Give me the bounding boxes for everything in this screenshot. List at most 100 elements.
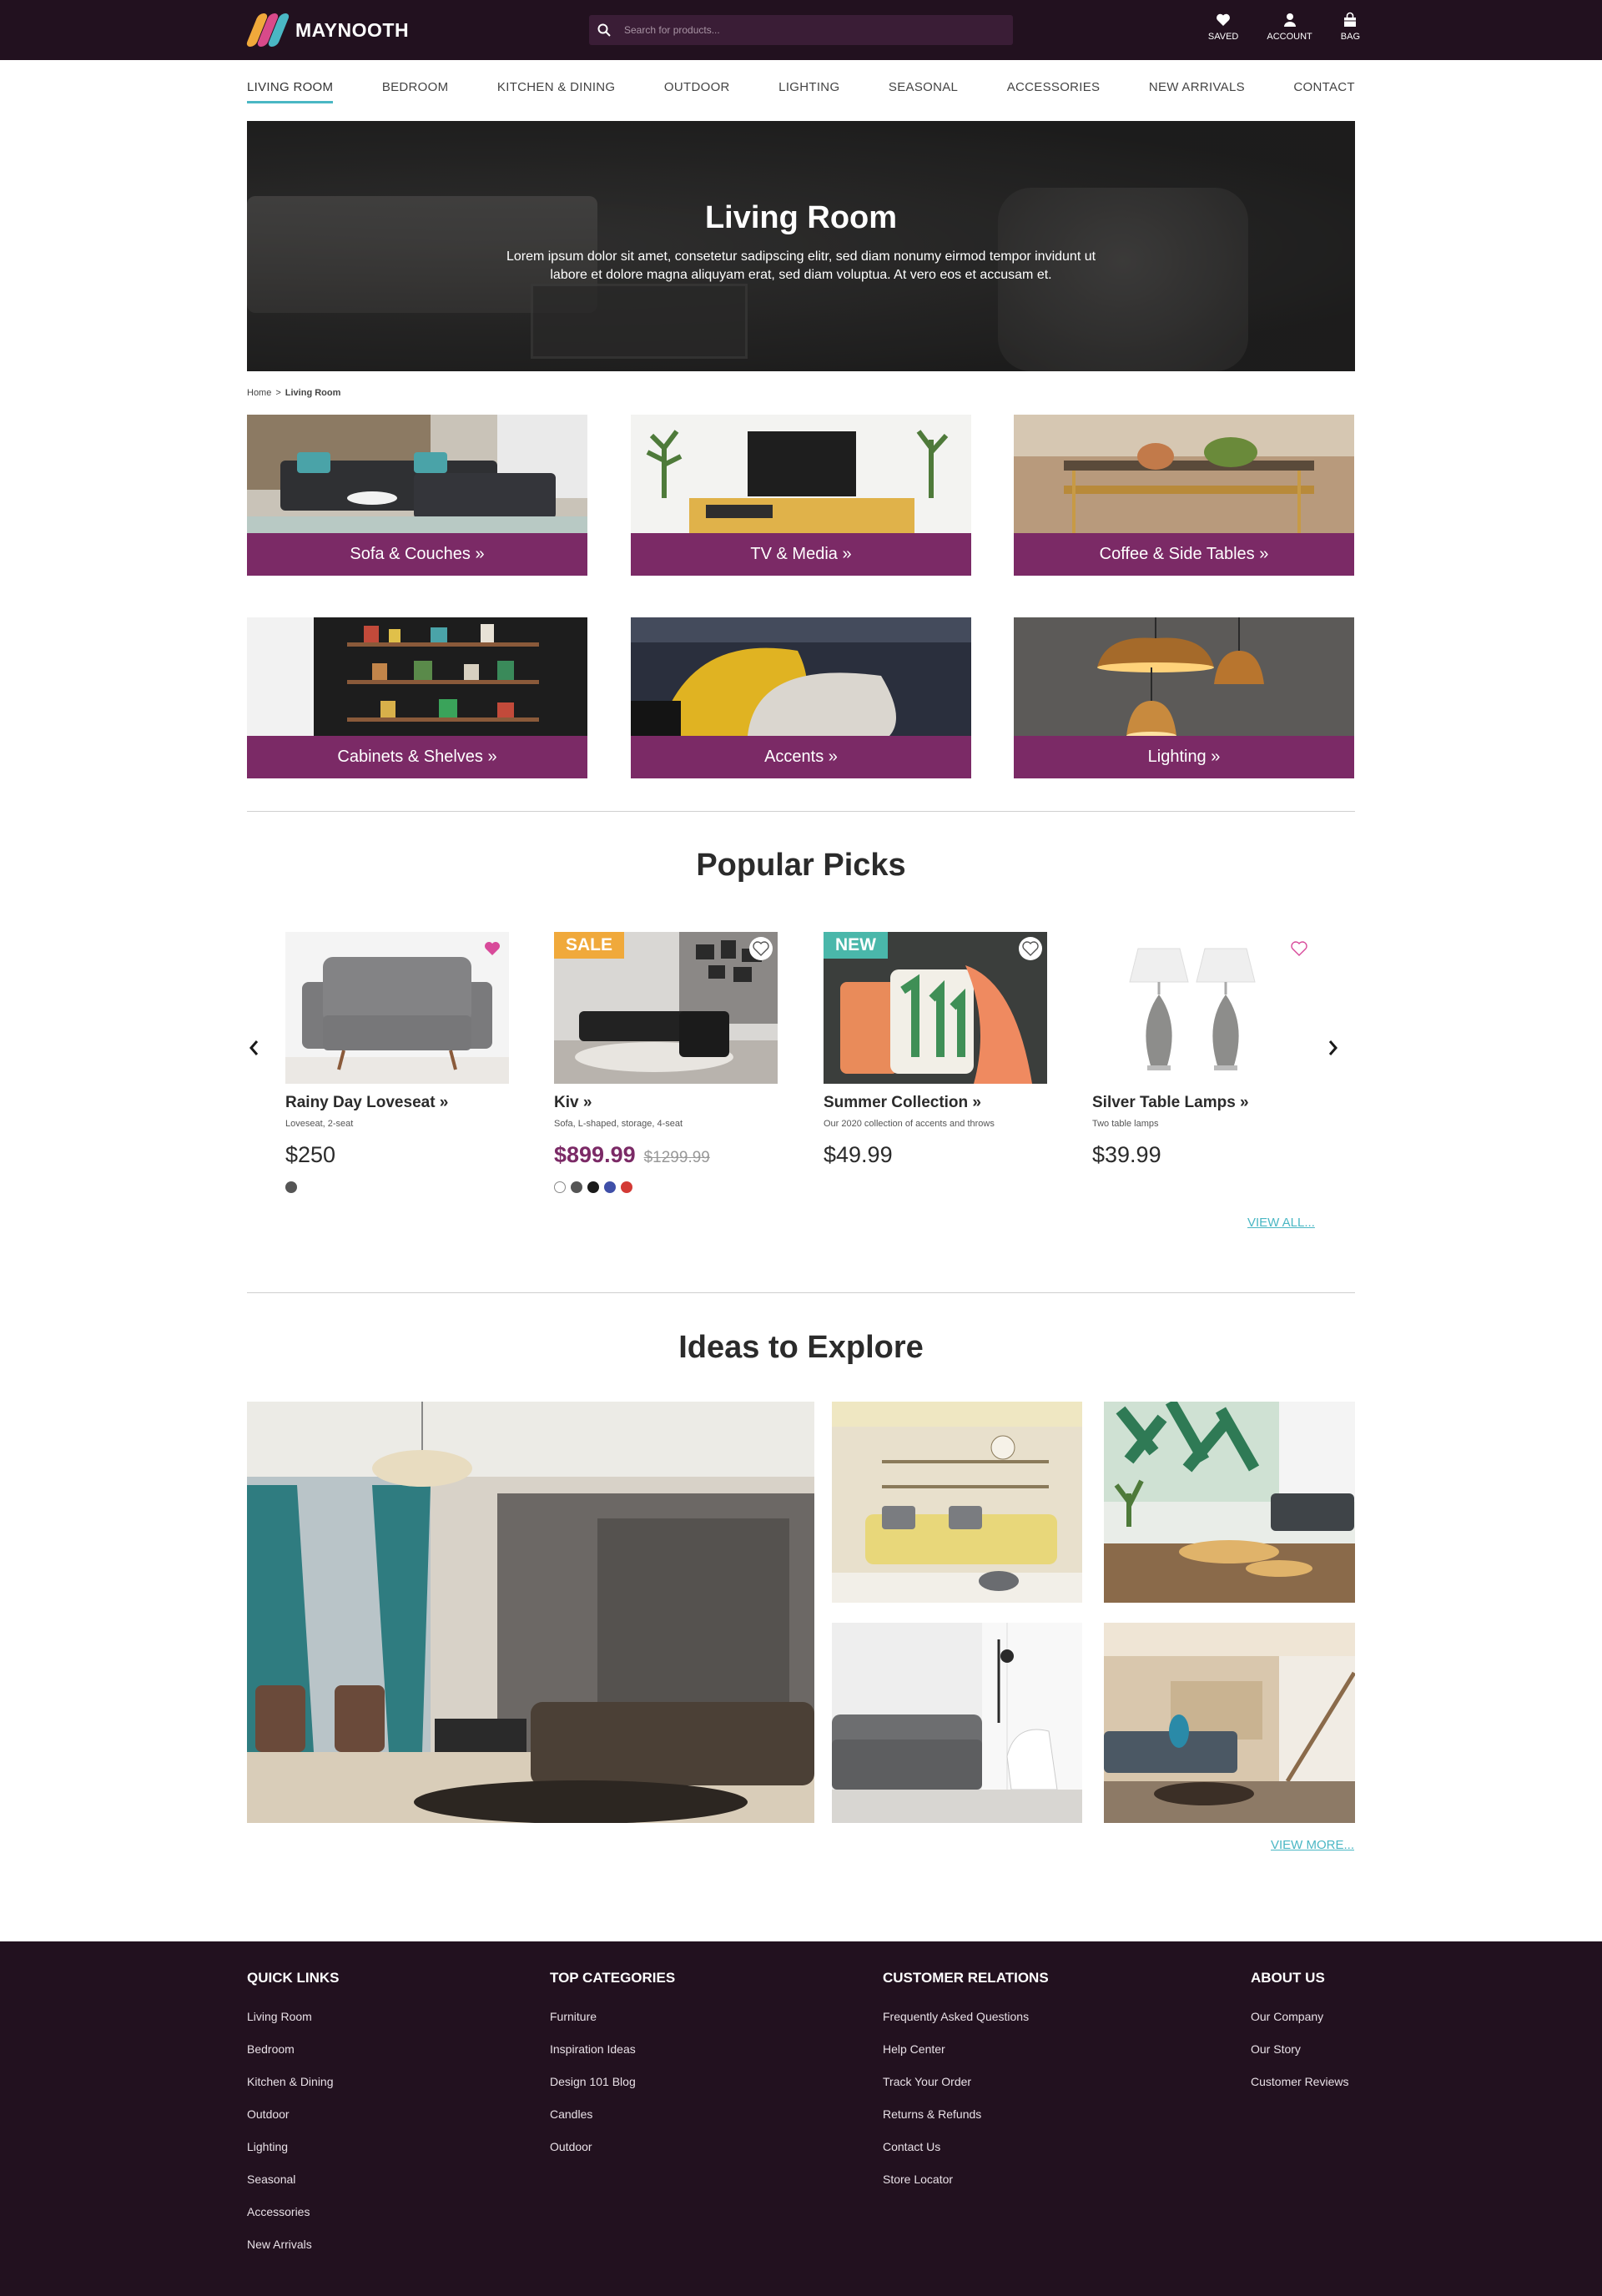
nav-lighting[interactable]: LIGHTING [778,80,839,103]
footer-link[interactable]: Customer Reviews [1251,2075,1348,2107]
search-input[interactable] [619,15,1013,45]
product-description: Sofa, L-shaped, storage, 4-seat [554,1119,683,1129]
breadcrumb-home[interactable]: Home [247,388,271,398]
footer-link[interactable]: Our Story [1251,2042,1348,2075]
nav-bedroom[interactable]: BEDROOM [382,80,449,103]
nav-accessories[interactable]: ACCESSORIES [1007,80,1101,103]
footer-link[interactable]: Bedroom [247,2042,340,2075]
swatch-white[interactable] [554,1181,566,1193]
product-price-row: $899.99 $1299.99 [554,1142,778,1168]
nav-contact[interactable]: CONTACT [1293,80,1354,103]
account-button[interactable]: ACCOUNT [1267,12,1312,42]
product-card[interactable]: SALE Kiv » Sofa, L-shaped, storage, 4-se… [554,932,778,1193]
footer-link[interactable]: Returns & Refunds [883,2107,1049,2140]
product-name[interactable]: Rainy Day Loveseat » [285,1094,509,1112]
footer-heading: TOP CATEGORIES [550,1970,676,1986]
nav-kitchen-dining[interactable]: KITCHEN & DINING [497,80,615,103]
footer-link[interactable]: Seasonal [247,2173,340,2205]
save-heart-button[interactable] [481,937,504,960]
saved-button[interactable]: SAVED [1208,12,1238,42]
nav-seasonal[interactable]: SEASONAL [889,80,958,103]
idea-image-large[interactable] [247,1402,814,1823]
bag-button[interactable]: BAG [1341,12,1360,42]
product-name[interactable]: Kiv » [554,1094,778,1112]
footer-link[interactable]: Help Center [883,2042,1049,2075]
category-sofa-couches[interactable]: Sofa & Couches » [247,415,587,576]
category-tv-media[interactable]: TV & Media » [631,415,971,576]
category-image [247,617,587,736]
footer-link[interactable]: Candles [550,2107,675,2140]
swatch-black[interactable] [587,1181,599,1193]
user-icon [1283,13,1296,27]
product-image[interactable] [285,932,509,1084]
idea-image[interactable] [1104,1402,1355,1603]
carousel-next-button[interactable] [1323,1035,1343,1061]
search-icon[interactable] [589,15,619,45]
save-heart-button[interactable] [749,937,773,960]
footer-link[interactable]: Furniture [550,2010,675,2042]
idea-image[interactable] [832,1402,1082,1603]
idea-image[interactable] [832,1623,1082,1823]
product-name[interactable]: Summer Collection » [824,1094,1047,1112]
new-badge: NEW [824,932,888,959]
swatch-red[interactable] [621,1181,632,1193]
sale-badge: SALE [554,932,625,959]
product-price-row: $39.99 [1092,1142,1316,1168]
footer-link[interactable]: Contact Us [883,2140,1049,2173]
swatch-gray[interactable] [571,1181,582,1193]
footer-quick-links: QUICK LINKS Living Room Bedroom Kitchen … [247,1970,340,2270]
category-image [1014,617,1354,736]
footer-link[interactable]: Frequently Asked Questions [883,2010,1049,2042]
breadcrumb: Home > Living Room [247,388,340,398]
footer-link[interactable]: Track Your Order [883,2075,1049,2107]
product-image[interactable] [1092,932,1316,1084]
save-heart-button[interactable] [1019,937,1042,960]
footer-link[interactable]: New Arrivals [247,2238,340,2270]
footer-link[interactable]: Design 101 Blog [550,2075,675,2107]
popular-picks-title: Popular Picks [696,848,906,883]
footer-link[interactable]: Accessories [247,2205,340,2238]
category-lighting[interactable]: Lighting » [1014,617,1354,778]
view-more-link[interactable]: VIEW MORE... [1271,1838,1354,1852]
heart-outline-icon [753,941,769,956]
save-heart-button[interactable] [1287,937,1311,960]
product-card[interactable]: NEW Summer Collection » Our 2020 collect… [824,932,1047,1168]
footer-link[interactable]: Inspiration Ideas [550,2042,675,2075]
product-sale-price: $899.99 [554,1142,636,1167]
footer-link[interactable]: Kitchen & Dining [247,2075,340,2107]
category-coffee-side-tables[interactable]: Coffee & Side Tables » [1014,415,1354,576]
footer-link[interactable]: Living Room [247,2010,340,2042]
nav-living-room[interactable]: LIVING ROOM [247,80,334,103]
nav-new-arrivals[interactable]: NEW ARRIVALS [1149,80,1245,103]
footer-link[interactable]: Lighting [247,2140,340,2173]
idea-image[interactable] [1104,1623,1355,1823]
category-label: TV & Media » [631,533,971,576]
product-image[interactable]: NEW [824,932,1047,1084]
carousel-prev-button[interactable] [244,1035,264,1061]
main-nav: LIVING ROOM BEDROOM KITCHEN & DINING OUT… [247,80,1355,105]
heart-icon [1217,13,1231,26]
product-name[interactable]: Silver Table Lamps » [1092,1094,1316,1112]
footer-heading: CUSTOMER RELATIONS [883,1970,1049,1986]
product-image[interactable]: SALE [554,932,778,1084]
product-card[interactable]: Rainy Day Loveseat » Loveseat, 2-seat $2… [285,932,509,1193]
footer-link[interactable]: Store Locator [883,2173,1049,2205]
footer-link[interactable]: Outdoor [247,2107,340,2140]
swatch-gray[interactable] [285,1181,297,1193]
swatch-blue[interactable] [604,1181,616,1193]
category-image [1014,415,1354,533]
footer-about-us: ABOUT US Our Company Our Story Customer … [1251,1970,1348,2107]
section-divider [247,811,1355,812]
nav-outdoor[interactable]: OUTDOOR [664,80,730,103]
bag-label: BAG [1340,32,1360,42]
footer-link[interactable]: Our Company [1251,2010,1348,2042]
footer-link[interactable]: Outdoor [550,2140,675,2173]
category-label: Cabinets & Shelves » [247,736,587,778]
view-all-link[interactable]: VIEW ALL... [1247,1216,1315,1230]
category-accents[interactable]: Accents » [631,617,971,778]
product-description: Two table lamps [1092,1119,1159,1129]
product-card[interactable]: Silver Table Lamps » Two table lamps $39… [1092,932,1316,1168]
category-cabinets-shelves[interactable]: Cabinets & Shelves » [247,617,587,778]
color-swatches [285,1181,509,1193]
brand-logo[interactable]: MAYNOOTH [244,13,409,47]
